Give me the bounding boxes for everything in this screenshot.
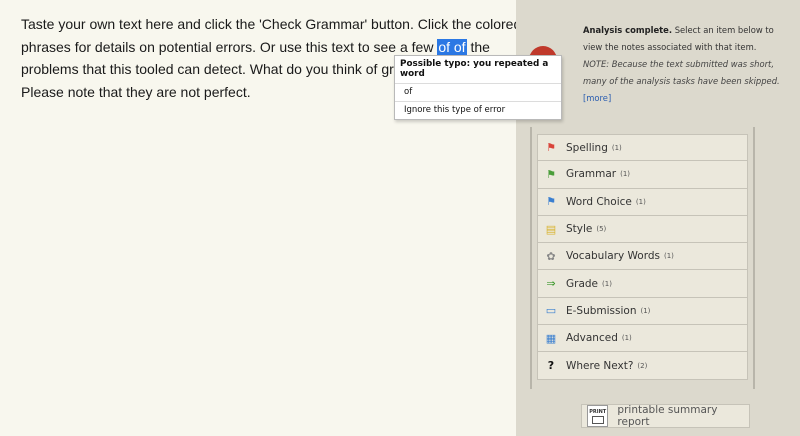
editor-text-segment: phrases for details on potential errors.… bbox=[21, 38, 438, 55]
category-e-submission[interactable]: ▭ E-Submission (1) bbox=[537, 297, 748, 326]
more-link[interactable]: [more] bbox=[583, 93, 611, 103]
green-flag-icon: ⚑ bbox=[546, 167, 556, 181]
arrow-right-icon: ⇒ bbox=[546, 277, 556, 291]
category-label: Word Choice bbox=[566, 195, 632, 208]
highlighted-error-phrase[interactable]: of of bbox=[437, 38, 467, 55]
category-label: Advanced bbox=[566, 332, 618, 345]
note-icon: ▤ bbox=[545, 222, 557, 236]
editor-line: Taste your own text here and click the '… bbox=[21, 16, 522, 32]
category-label: Where Next? bbox=[566, 359, 634, 372]
analysis-summary: Analysis complete. Select an item below … bbox=[583, 22, 783, 107]
category-count: (1) bbox=[602, 279, 612, 288]
analysis-status: Analysis complete. bbox=[583, 25, 673, 35]
category-advanced[interactable]: ▦ Advanced (1) bbox=[537, 325, 748, 353]
monitor-icon: ▭ bbox=[545, 304, 557, 318]
category-vocabulary-words[interactable]: ✿ Vocabulary Words (1) bbox=[537, 243, 748, 271]
blue-flag-icon: ⚑ bbox=[546, 195, 556, 209]
printer-icon-label: PRINT bbox=[589, 408, 607, 415]
red-flag-icon: ⚑ bbox=[546, 141, 556, 155]
category-label: Grammar bbox=[566, 168, 617, 181]
category-spelling[interactable]: ⚑ Spelling (1) bbox=[537, 134, 748, 162]
category-count: (2) bbox=[637, 361, 648, 370]
category-label: E-Submission bbox=[566, 304, 637, 317]
editor-text-segment: the bbox=[466, 38, 490, 55]
category-label: Spelling bbox=[566, 141, 608, 154]
popup-title: Possible typo: you repeated a word bbox=[400, 59, 549, 79]
category-count: (1) bbox=[621, 334, 632, 343]
category-grade[interactable]: ⇒ Grade (1) bbox=[537, 270, 748, 298]
suggestion-popup: Possible typo: you repeated a word of Ig… bbox=[394, 55, 562, 120]
category-label: Vocabulary Words bbox=[566, 250, 660, 263]
gear-icon: ✿ bbox=[546, 249, 556, 263]
suggestion-item[interactable]: of bbox=[395, 83, 561, 101]
category-count: (1) bbox=[635, 197, 646, 206]
question-icon: ? bbox=[547, 359, 555, 373]
printable-summary-button[interactable]: PRINT printable summary report bbox=[581, 404, 750, 428]
category-count: (1) bbox=[640, 306, 651, 315]
printer-icon-body bbox=[591, 415, 604, 424]
printable-summary-label: printable summary report bbox=[617, 404, 718, 428]
chart-icon: ▦ bbox=[545, 331, 557, 345]
printer-icon: PRINT bbox=[587, 405, 609, 427]
category-list: ⚑ Spelling (1) ⚑ Grammar (1) ⚑ Word Choice (1) ▤ S… bbox=[537, 134, 748, 380]
category-style[interactable]: ▤ Style (5) bbox=[537, 215, 748, 244]
category-count: (5) bbox=[596, 225, 607, 234]
category-count: (1) bbox=[611, 143, 622, 152]
category-word-choice[interactable]: ⚑ Word Choice (1) bbox=[537, 188, 748, 216]
ignore-error-item[interactable]: Ignore this type of error bbox=[395, 101, 561, 119]
analysis-note: NOTE: Because the text submitted was sho… bbox=[583, 59, 780, 86]
category-grammar[interactable]: ⚑ Grammar (1) bbox=[537, 161, 748, 189]
category-where-next[interactable]: ? Where Next? (2) bbox=[537, 352, 748, 380]
category-count: (1) bbox=[620, 170, 631, 179]
category-label: Grade bbox=[566, 277, 599, 290]
category-count: (1) bbox=[664, 252, 674, 261]
category-label: Style bbox=[566, 223, 593, 236]
